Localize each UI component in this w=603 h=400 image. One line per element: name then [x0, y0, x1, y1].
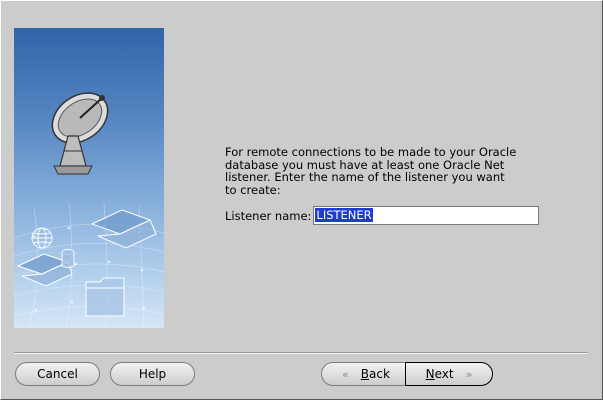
next-arrow-icon: » [465, 367, 473, 381]
listener-name-label: Listener name: [225, 208, 312, 223]
next-button[interactable]: Next » [405, 362, 493, 386]
cancel-button[interactable]: Cancel [15, 362, 100, 386]
instruction-line: to create: [225, 182, 281, 197]
listener-name-row: Listener name: LISTENER [225, 206, 540, 225]
listener-name-input[interactable]: LISTENER [313, 206, 540, 225]
help-button[interactable]: Help [110, 362, 195, 386]
next-button-label: Next [426, 367, 454, 381]
back-label-rest: ack [369, 367, 390, 381]
listener-instructions: For remote connections to be made to you… [225, 146, 565, 196]
back-mnemonic: B [360, 367, 370, 381]
back-arrow-icon: « [342, 367, 349, 381]
instruction-line: listener. Enter the name of the listener… [225, 170, 505, 184]
instruction-line: For remote connections to be made to you… [225, 145, 517, 159]
cancel-button-label: Cancel [37, 367, 78, 381]
next-mnemonic: N [425, 367, 435, 381]
back-button[interactable]: « Back [321, 362, 411, 386]
help-button-label: Help [138, 367, 167, 381]
next-label-rest: ext [434, 367, 454, 381]
listener-name-value: LISTENER [315, 208, 373, 222]
satellite-dish-illustration [14, 28, 164, 328]
button-bar-separator [14, 352, 588, 354]
satellite-dish-icon [14, 92, 164, 328]
back-button-label: Back [361, 367, 390, 381]
